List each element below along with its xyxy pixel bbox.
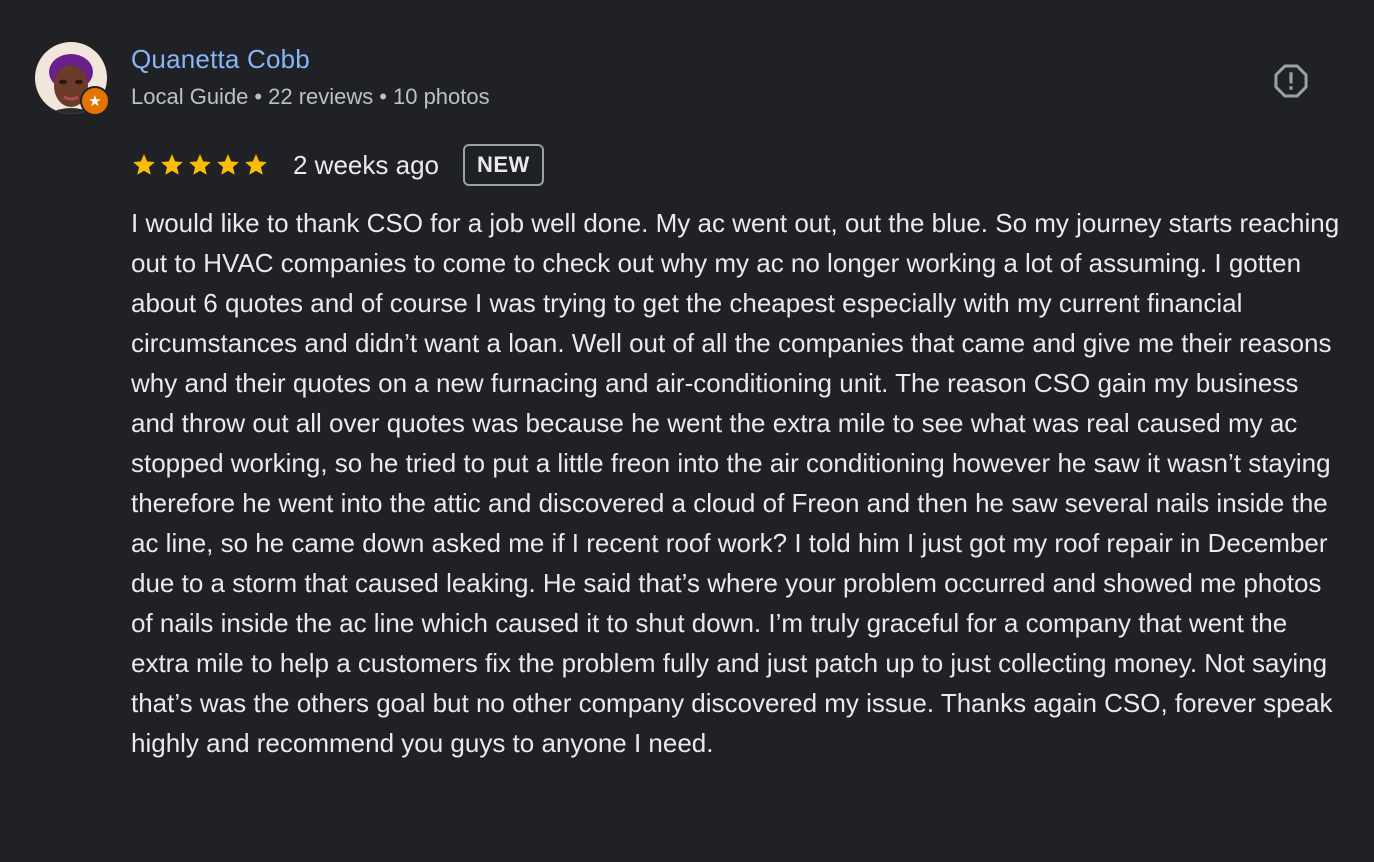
reviewer-name-link[interactable]: Quanetta Cobb — [131, 44, 310, 75]
review-text: I would like to thank CSO for a job well… — [131, 208, 1340, 758]
local-guide-star-icon: ★ — [80, 86, 110, 116]
reviewer-meta: Local Guide • 22 reviews • 10 photos — [131, 84, 490, 110]
star-icon — [133, 154, 155, 175]
local-guide-label: Local Guide — [131, 84, 249, 109]
meta-separator: • — [379, 84, 387, 109]
review-card: ★ Quanetta Cobb Local Guide • 22 reviews • 1… — [0, 0, 1374, 862]
rating-row: 2 weeks ago NEW — [131, 142, 544, 188]
report-review-button[interactable] — [1271, 61, 1311, 101]
star-icon — [189, 154, 211, 175]
photos-count: 10 photos — [392, 84, 490, 109]
star-rating — [131, 152, 269, 178]
star-icon — [245, 154, 267, 175]
report-icon — [1274, 64, 1308, 98]
reviewer-avatar[interactable]: ★ — [35, 42, 110, 116]
new-badge: NEW — [462, 144, 544, 186]
star-icon — [217, 154, 239, 175]
review-time: 2 weeks ago — [293, 149, 439, 180]
meta-separator: • — [254, 84, 263, 109]
reviews-count: 22 reviews — [268, 84, 374, 109]
star-icon — [161, 154, 183, 175]
